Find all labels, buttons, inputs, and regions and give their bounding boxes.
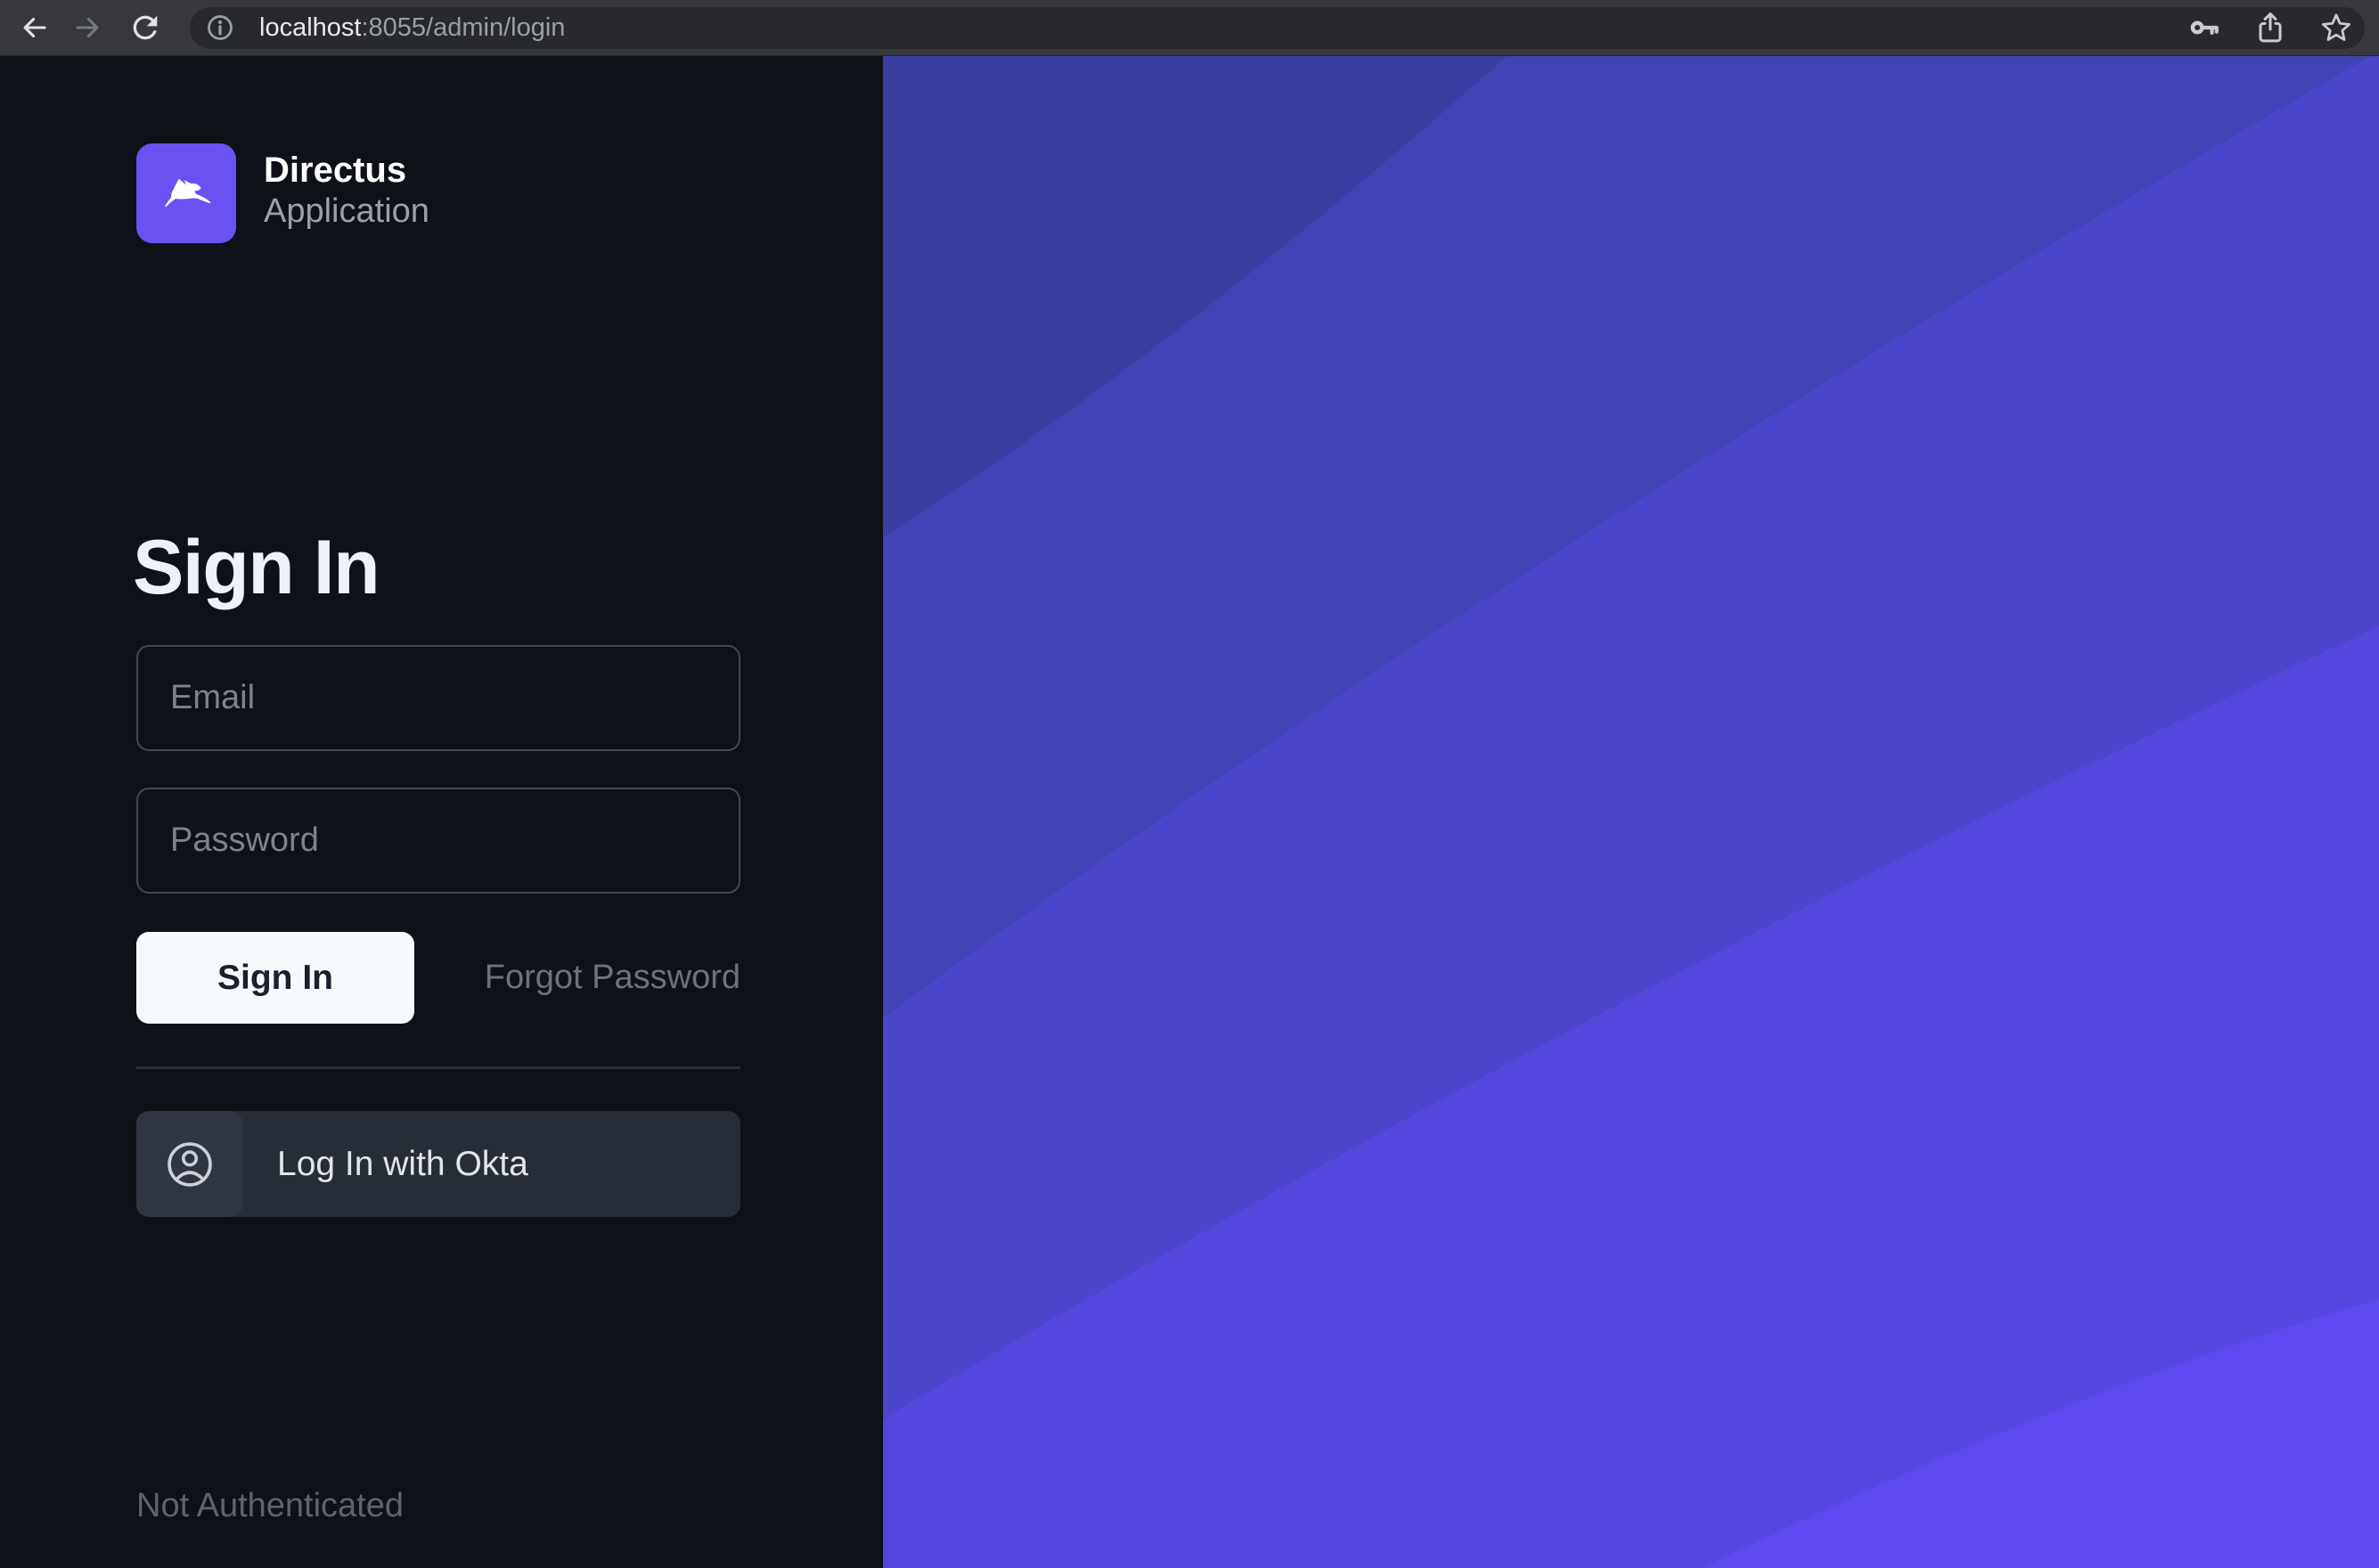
password-input[interactable] xyxy=(136,788,740,894)
email-input[interactable] xyxy=(136,645,740,751)
stripe-art-svg xyxy=(883,56,2379,1568)
sign-in-button-label: Sign In xyxy=(217,959,333,997)
brand-block: Directus Application xyxy=(264,149,429,231)
okta-icon-box xyxy=(136,1111,242,1217)
auth-status-text: Not Authenticated xyxy=(136,1487,404,1525)
url-host: localhost xyxy=(259,13,361,42)
share-icon xyxy=(2252,9,2289,46)
password-key-icon xyxy=(2186,9,2223,46)
login-panel: Directus Application Sign In Sign In For… xyxy=(0,56,883,1568)
divider xyxy=(136,1066,740,1069)
reload-icon xyxy=(127,10,163,45)
url-text: localhost:8055/admin/login xyxy=(259,13,565,43)
back-button[interactable] xyxy=(12,7,53,48)
sign-in-button[interactable]: Sign In xyxy=(136,932,414,1024)
background-art xyxy=(883,56,2379,1568)
password-manager-button[interactable] xyxy=(2185,8,2224,47)
okta-login-button[interactable]: Log In with Okta xyxy=(136,1111,740,1217)
actions-row: Sign In Forgot Password xyxy=(136,932,740,1024)
account-circle-icon xyxy=(164,1139,216,1190)
bookmark-button[interactable] xyxy=(2317,8,2356,47)
brand-project: Application xyxy=(264,192,429,231)
directus-rabbit-icon xyxy=(151,159,221,228)
browser-toolbar: localhost:8055/admin/login xyxy=(0,0,2379,56)
url-path: :8055/admin/login xyxy=(361,13,565,42)
forgot-password-link[interactable]: Forgot Password xyxy=(485,959,740,997)
page-info-button[interactable] xyxy=(200,8,240,47)
forward-arrow-icon xyxy=(72,11,106,45)
back-arrow-icon xyxy=(16,11,50,45)
page-title: Sign In xyxy=(133,524,379,612)
brand-product: Directus xyxy=(264,149,429,192)
okta-button-label: Log In with Okta xyxy=(277,1145,528,1184)
reload-button[interactable] xyxy=(125,7,166,48)
bookmark-star-icon xyxy=(2318,9,2355,46)
share-button[interactable] xyxy=(2251,8,2290,47)
page-info-icon xyxy=(202,10,238,45)
login-page: Directus Application Sign In Sign In For… xyxy=(0,56,2379,1568)
forward-button[interactable] xyxy=(69,7,110,48)
directus-logo xyxy=(136,143,236,243)
address-bar[interactable]: localhost:8055/admin/login xyxy=(190,7,2365,49)
